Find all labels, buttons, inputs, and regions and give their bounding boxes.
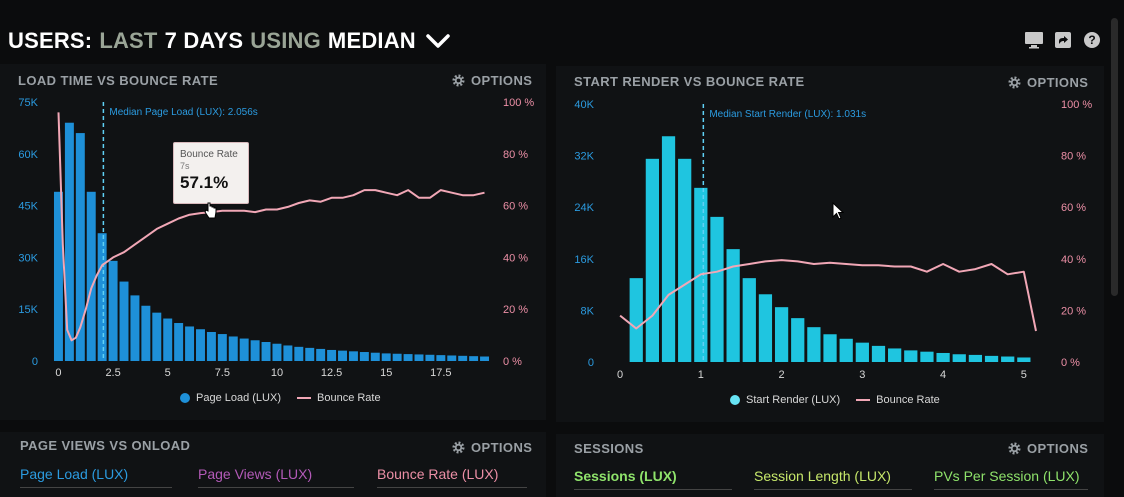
legend-item[interactable]: Start Render (LUX) <box>746 394 840 406</box>
tab-session-length[interactable]: Session Length (LUX) <box>754 468 912 490</box>
header-using-label: USING <box>250 28 321 53</box>
bounce-rate-tooltip: Bounce Rate 7s 57.1% <box>173 142 249 204</box>
header-aggregation-value[interactable]: MEDIAN <box>328 28 416 54</box>
options-button[interactable]: OPTIONS <box>452 73 532 88</box>
panel-title: START RENDER VS BOUNCE RATE <box>574 74 805 89</box>
svg-text:?: ? <box>1088 33 1095 47</box>
tab-page-views[interactable]: Page Views (LUX) <box>198 466 354 488</box>
panel-start-render: START RENDER VS BOUNCE RATE OPTIONS Star… <box>556 66 1104 422</box>
tab-sessions[interactable]: Sessions (LUX) <box>574 468 732 490</box>
arrow-cursor-icon <box>832 202 844 220</box>
help-icon[interactable]: ? <box>1082 31 1102 49</box>
tooltip-subtitle: 7s <box>180 161 190 171</box>
chart-legend: Page Load (LUX) Bounce Rate <box>180 392 381 404</box>
page-scrollbar[interactable] <box>1111 18 1118 296</box>
monitor-icon[interactable] <box>1024 31 1044 49</box>
options-label: OPTIONS <box>471 440 533 455</box>
panel-sessions: SESSIONS OPTIONS Sessions (LUX) Session … <box>556 434 1104 497</box>
hand-cursor-icon <box>204 202 217 219</box>
tab-pvs-per-session[interactable]: PVs Per Session (LUX) <box>934 468 1088 490</box>
options-button[interactable]: OPTIONS <box>1008 441 1088 456</box>
gear-icon <box>452 441 465 454</box>
legend-swatch <box>730 395 740 405</box>
gear-icon <box>1008 76 1021 89</box>
legend-swatch <box>856 399 871 401</box>
tab-page-load[interactable]: Page Load (LUX) <box>20 466 172 488</box>
chart-legend: Start Render (LUX) Bounce Rate <box>730 394 940 406</box>
header-range-value[interactable]: 7 DAYS <box>165 28 244 54</box>
options-label: OPTIONS <box>1027 441 1089 456</box>
page-header: USERS: LAST 7 DAYS USING MEDIAN <box>8 26 451 56</box>
share-icon[interactable] <box>1053 31 1073 49</box>
gear-icon <box>1008 442 1021 455</box>
options-label: OPTIONS <box>471 73 533 88</box>
tooltip-title: Bounce Rate <box>180 149 238 160</box>
legend-item[interactable]: Bounce Rate <box>876 394 940 406</box>
header-last-label: LAST <box>99 28 158 53</box>
options-label: OPTIONS <box>1027 75 1089 90</box>
panel-title: PAGE VIEWS VS ONLOAD <box>20 438 191 453</box>
gear-icon <box>452 74 465 87</box>
legend-item[interactable]: Page Load (LUX) <box>196 392 281 404</box>
options-button[interactable]: OPTIONS <box>452 440 532 455</box>
options-button[interactable]: OPTIONS <box>1008 75 1088 90</box>
legend-item[interactable]: Bounce Rate <box>317 392 381 404</box>
panel-page-views: PAGE VIEWS VS ONLOAD OPTIONS Page Load (… <box>0 432 546 497</box>
panel-title: SESSIONS <box>574 441 644 456</box>
tooltip-value: 57.1% <box>180 173 229 192</box>
header-users-label: USERS: <box>8 28 93 53</box>
legend-swatch <box>297 397 311 399</box>
top-toolbar: ? <box>1024 31 1102 49</box>
chevron-down-icon[interactable] <box>425 32 451 50</box>
panel-title: LOAD TIME VS BOUNCE RATE <box>18 73 219 88</box>
panel-load-time: LOAD TIME VS BOUNCE RATE OPTIONS Page Lo… <box>0 64 546 420</box>
legend-swatch <box>180 393 190 403</box>
tab-bounce-rate[interactable]: Bounce Rate (LUX) <box>377 466 527 488</box>
